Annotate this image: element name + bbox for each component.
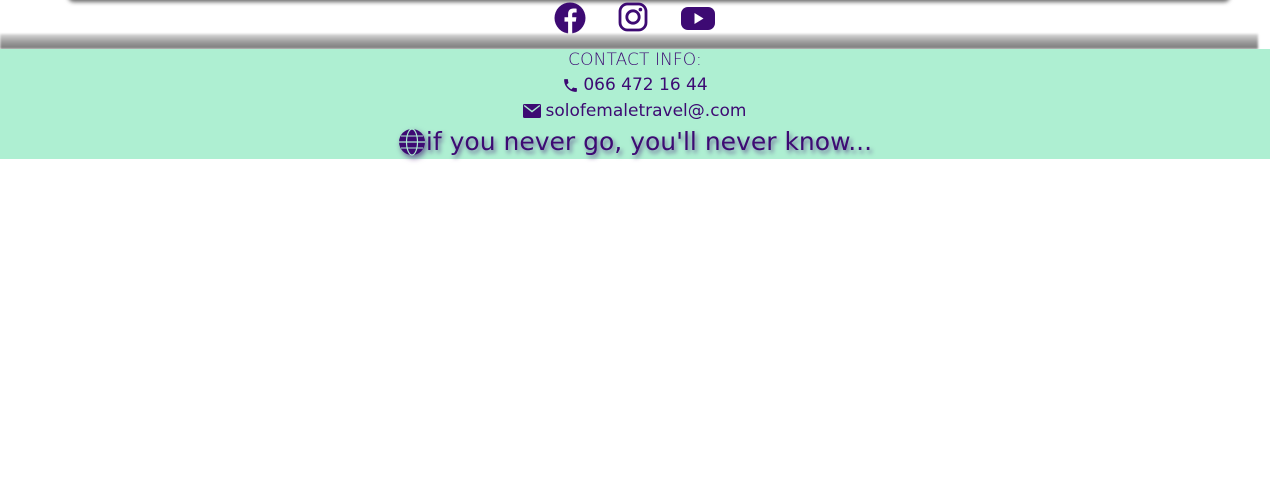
contact-info-footer: CONTACT INFO: 066 472 16 44 solofemaletr… [0, 49, 1270, 159]
instagram-icon[interactable] [618, 2, 648, 32]
globe-icon [398, 127, 426, 156]
email-contact: solofemaletravel@.com [0, 101, 1270, 121]
travel-motto: if you never go, you'll never know... [0, 127, 1270, 156]
page: CONTACT INFO: 066 472 16 44 solofemaletr… [0, 0, 1270, 480]
motto-text: if you never go, you'll never know... [425, 127, 873, 156]
social-links [0, 0, 1270, 36]
youtube-icon[interactable] [680, 2, 716, 34]
header-shadow-divider [0, 34, 1258, 49]
phone-icon [562, 77, 579, 94]
contact-info-title: CONTACT INFO: [568, 50, 702, 70]
facebook-icon[interactable] [554, 2, 586, 34]
phone-contact: 066 472 16 44 [0, 75, 1270, 95]
email-address[interactable]: solofemaletravel@.com [545, 101, 746, 121]
phone-number: 066 472 16 44 [583, 75, 708, 95]
envelope-icon [523, 104, 542, 118]
